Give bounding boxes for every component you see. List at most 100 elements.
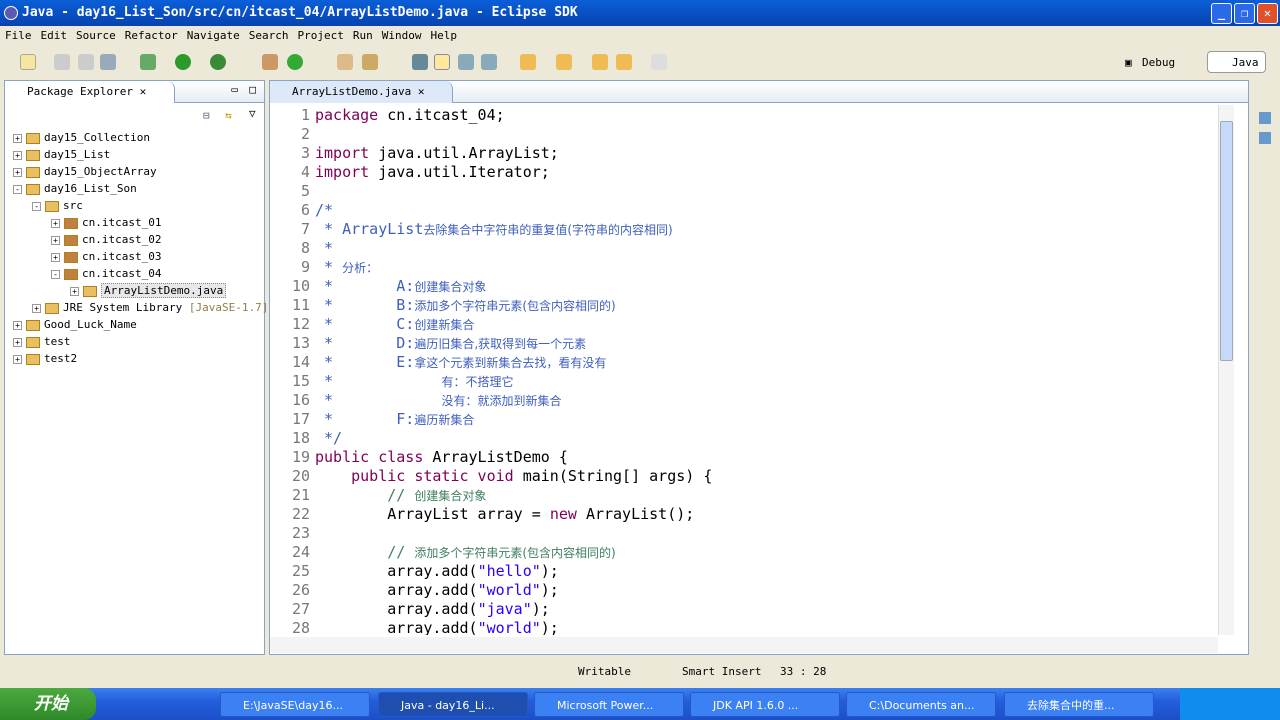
tree-item[interactable]: + day15_ObjectArray bbox=[13, 163, 157, 180]
tree-item[interactable]: - cn.itcast_04 bbox=[51, 265, 161, 282]
task-list-icon[interactable] bbox=[1259, 132, 1271, 144]
outline-icon[interactable] bbox=[1259, 112, 1271, 124]
previous-annotation-icon[interactable] bbox=[556, 54, 572, 70]
minimize-button[interactable]: _ bbox=[1211, 3, 1232, 24]
collapse-all-icon[interactable]: ⊟ bbox=[203, 109, 210, 122]
show-whitespace-icon[interactable] bbox=[481, 54, 497, 70]
debug-perspective[interactable]: Debug bbox=[1142, 56, 1175, 69]
expand-toggle-icon[interactable]: - bbox=[13, 184, 22, 194]
tree-item-label: day15_List bbox=[44, 148, 111, 161]
project-icon bbox=[26, 149, 40, 161]
tree-item[interactable]: + cn.itcast_02 bbox=[51, 231, 161, 248]
tab-arraylistdemo[interactable]: ArrayListDemo.java ✕ bbox=[270, 81, 454, 103]
close-button[interactable]: ✕ bbox=[1257, 3, 1278, 24]
code-token: // bbox=[315, 543, 415, 561]
vertical-scrollbar[interactable] bbox=[1218, 105, 1234, 635]
expand-toggle-icon[interactable]: + bbox=[13, 320, 22, 330]
line-number: 21 bbox=[291, 486, 310, 504]
java-perspective[interactable]: Java bbox=[1207, 51, 1266, 73]
expand-toggle-icon[interactable]: + bbox=[13, 337, 22, 347]
back-icon[interactable] bbox=[616, 54, 632, 70]
expand-toggle-icon[interactable]: + bbox=[51, 235, 60, 245]
run-icon[interactable] bbox=[175, 54, 191, 70]
tree-item-label: day15_ObjectArray bbox=[44, 165, 157, 178]
menu-search[interactable]: Search bbox=[249, 29, 289, 42]
horizontal-scrollbar[interactable] bbox=[270, 637, 1218, 653]
tree-item[interactable]: + Good_Luck_Name bbox=[13, 316, 137, 333]
expand-toggle-icon[interactable]: + bbox=[13, 167, 22, 177]
menu-run[interactable]: Run bbox=[353, 29, 373, 42]
taskbar-task[interactable]: Java - day16_Li... bbox=[378, 692, 528, 717]
save-all-icon[interactable] bbox=[78, 54, 94, 70]
new-class-icon[interactable] bbox=[287, 54, 303, 70]
tree-item[interactable]: + test2 bbox=[13, 350, 77, 367]
menu-file[interactable]: File bbox=[5, 29, 32, 42]
external-tools-icon[interactable] bbox=[210, 54, 226, 70]
menu-project[interactable]: Project bbox=[297, 29, 343, 42]
tree-item[interactable]: + JRE System Library [JavaSE-1.7] bbox=[32, 299, 268, 316]
expand-toggle-icon[interactable]: + bbox=[32, 303, 41, 313]
expand-toggle-icon[interactable]: + bbox=[70, 286, 79, 296]
taskbar-task[interactable]: Microsoft Power... bbox=[534, 692, 684, 717]
code-token: "java" bbox=[477, 600, 532, 618]
expand-toggle-icon[interactable]: + bbox=[13, 150, 22, 160]
new-package-icon[interactable] bbox=[262, 54, 278, 70]
code-token: */ bbox=[315, 429, 343, 447]
forward-icon[interactable] bbox=[651, 54, 667, 70]
close-icon[interactable]: ✕ bbox=[140, 85, 147, 98]
code-token: * ArrayList bbox=[315, 220, 424, 238]
menu-help[interactable]: Help bbox=[430, 29, 457, 42]
expand-toggle-icon[interactable]: - bbox=[32, 201, 41, 211]
close-icon[interactable]: ✕ bbox=[418, 85, 425, 98]
new-icon[interactable] bbox=[20, 54, 36, 70]
menu-navigate[interactable]: Navigate bbox=[187, 29, 240, 42]
search-icon[interactable] bbox=[362, 54, 378, 70]
view-menu-icon[interactable]: ▽ bbox=[249, 107, 256, 120]
tree-item[interactable]: - src bbox=[32, 197, 83, 214]
next-annotation-icon[interactable] bbox=[520, 54, 536, 70]
block-selection-icon[interactable] bbox=[458, 54, 474, 70]
taskbar-task[interactable]: E:\JavaSE\day16... bbox=[220, 692, 370, 717]
taskbar-task[interactable]: JDK API 1.6.0 ... bbox=[690, 692, 840, 717]
link-editor-icon[interactable]: ⇆ bbox=[225, 109, 232, 122]
open-perspective-button[interactable]: ▣ bbox=[1125, 56, 1132, 69]
expand-toggle-icon[interactable]: + bbox=[51, 252, 60, 262]
line-number: 5 bbox=[300, 182, 310, 200]
menu-edit[interactable]: Edit bbox=[41, 29, 68, 42]
toggle-breadcrumb-icon[interactable] bbox=[412, 54, 428, 70]
debug-icon[interactable] bbox=[140, 54, 156, 70]
code-line: * 有：不搭理它 bbox=[315, 372, 513, 390]
minimize-icon[interactable]: ▭ bbox=[231, 83, 238, 96]
menu-source[interactable]: Source bbox=[76, 29, 116, 42]
tree-item[interactable]: + cn.itcast_01 bbox=[51, 214, 161, 231]
tab-package-explorer[interactable]: Package Explorer ✕ bbox=[5, 81, 176, 103]
open-type-icon[interactable] bbox=[337, 54, 353, 70]
expand-toggle-icon[interactable]: + bbox=[13, 354, 22, 364]
menu-refactor[interactable]: Refactor bbox=[125, 29, 178, 42]
tree-item[interactable]: + day15_List bbox=[13, 146, 110, 163]
tree-item[interactable]: + ArrayListDemo.java bbox=[70, 282, 227, 299]
expand-toggle-icon[interactable]: + bbox=[51, 218, 60, 228]
taskbar-task[interactable]: C:\Documents an... bbox=[846, 692, 996, 717]
mark-occurrences-icon[interactable] bbox=[434, 54, 450, 70]
src-icon bbox=[45, 200, 59, 212]
menu-window[interactable]: Window bbox=[382, 29, 422, 42]
last-edit-icon[interactable] bbox=[592, 54, 608, 70]
start-button[interactable]: 开始 bbox=[0, 688, 96, 720]
expand-toggle-icon[interactable]: + bbox=[13, 133, 22, 143]
taskbar-task[interactable]: 去除集合中的重... bbox=[1004, 692, 1154, 717]
code-token: ); bbox=[531, 600, 550, 618]
tree-item-label: test bbox=[44, 335, 71, 348]
tree-item[interactable]: + test bbox=[13, 333, 71, 350]
maximize-button[interactable]: ❐ bbox=[1234, 3, 1255, 24]
code-area[interactable]: 1 package cn.itcast_04; 2 3 import java.util… bbox=[270, 105, 1220, 635]
code-token: * bbox=[315, 258, 343, 276]
save-icon[interactable] bbox=[54, 54, 70, 70]
scrollbar-thumb[interactable] bbox=[1220, 121, 1233, 361]
expand-toggle-icon[interactable]: - bbox=[51, 269, 60, 279]
print-icon[interactable] bbox=[100, 54, 116, 70]
tree-item[interactable]: + day15_Collection bbox=[13, 129, 150, 146]
tree-item[interactable]: - day16_List_Son bbox=[13, 180, 137, 197]
maximize-icon[interactable]: □ bbox=[249, 83, 256, 96]
tree-item[interactable]: + cn.itcast_03 bbox=[51, 248, 161, 265]
